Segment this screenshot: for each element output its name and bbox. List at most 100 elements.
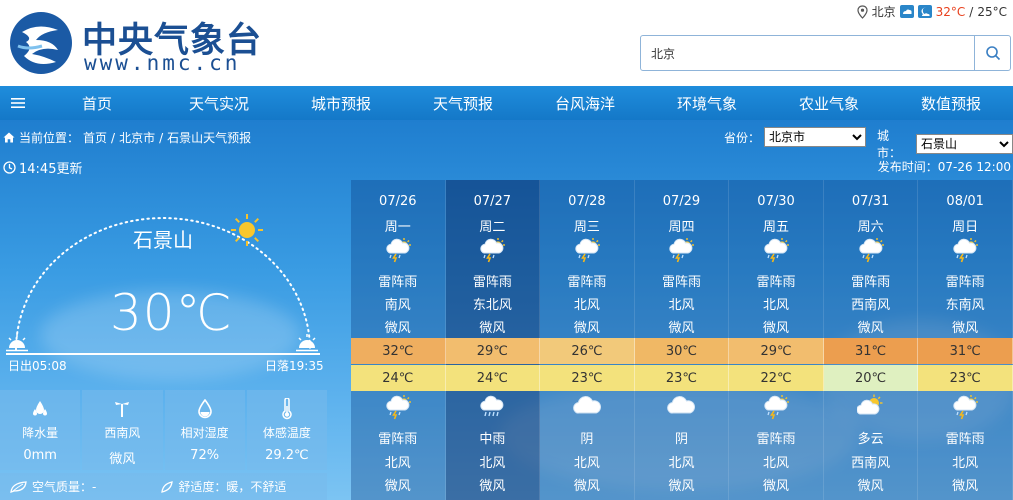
stat-wind: 西南风 微风: [82, 390, 163, 470]
thunder-rain-icon: [824, 237, 918, 263]
forecast-day-wind-direction: 南风: [384, 298, 411, 313]
forecast-date: 07/29: [662, 194, 701, 209]
location-pin-icon: [857, 4, 868, 19]
thunder-rain-icon: [446, 237, 540, 263]
nav-item-observation[interactable]: 天气实况: [158, 93, 280, 114]
air-quality-bar: 空气质量：- 舒适度：暖，不舒适: [0, 473, 327, 500]
stat-value: 72%: [190, 448, 220, 463]
forecast-night-weather: 阴: [580, 432, 594, 447]
forecast-night-weather: 雷阵雨: [756, 432, 796, 447]
forecast-night-wind-direction: 北风: [763, 456, 790, 471]
site-header: 中央气象台 www.nmc.cn 北京 32°C / 25°C: [0, 0, 1013, 86]
forecast-night-wind-direction: 北风: [573, 456, 600, 471]
forecast-high-temp: 31℃: [823, 338, 919, 364]
forecast-day-weather: 雷阵雨: [851, 275, 891, 290]
forecast-night-wind-force: 微风: [952, 479, 979, 494]
forecast-weekday: 周四: [668, 220, 695, 235]
thunder-rain-icon: [729, 394, 823, 420]
forecast-day-weather: 雷阵雨: [945, 275, 985, 290]
nmc-logo-icon[interactable]: [8, 10, 74, 76]
main-nav: 首页 天气实况 城市预报 天气预报 台风海洋 环境气象 农业气象 数值预报: [0, 86, 1013, 120]
nav-item-environment[interactable]: 环境气象: [646, 93, 768, 114]
top-high-temp: 32°C: [935, 4, 966, 19]
forecast-low-temp: 22℃: [729, 365, 824, 391]
thunder-rain-icon: [635, 237, 729, 263]
nav-item-weather-forecast[interactable]: 天气预报: [402, 93, 524, 114]
horizon-line: [6, 353, 320, 355]
forecast-date: 07/31: [851, 194, 890, 209]
forecast-night-wind-force: 微风: [384, 479, 411, 494]
forecast-date: 07/27: [473, 194, 512, 209]
search-button[interactable]: [974, 36, 1010, 70]
stat-feels-like: 体感温度 29.2℃: [246, 390, 327, 470]
hamburger-icon: [11, 98, 25, 108]
forecast-day-wind-force: 微风: [384, 321, 411, 336]
forecast-night-wind-force: 微风: [573, 479, 600, 494]
forecast-high-temp: 31℃: [918, 338, 1013, 364]
high-temp-band: 32℃ 29℃ 26℃ 30℃ 29℃ 31℃ 31℃: [351, 338, 1013, 364]
sunset-time: 日落19:35: [265, 359, 324, 373]
nav-item-city-forecast[interactable]: 城市预报: [280, 93, 402, 114]
nav-item-typhoon-ocean[interactable]: 台风海洋: [524, 93, 646, 114]
city-filter: 城市： 石景山: [877, 127, 1013, 161]
forecast-day-wind-force: 微风: [479, 321, 506, 336]
breadcrumb-prefix: 当前位置：: [19, 131, 80, 145]
stat-label: 相对湿度: [180, 426, 229, 440]
sunrise-icon: [6, 334, 28, 352]
air-quality: 空气质量：-: [32, 480, 97, 494]
forecast-day-wind-force: 微风: [763, 321, 790, 336]
home-icon: [3, 132, 15, 143]
leaf-icon: [10, 480, 27, 493]
thunder-rain-icon: [918, 394, 1012, 420]
forecast-date: 08/01: [946, 194, 984, 209]
forecast-high-temp: 32℃: [351, 338, 446, 364]
forecast-day-weather: 雷阵雨: [756, 275, 796, 290]
top-low-temp: 25°C: [977, 4, 1007, 19]
breadcrumb-sep: /: [159, 130, 164, 145]
forecast-day-wind-direction: 西南风: [851, 298, 891, 313]
main-content: 当前位置： 首页 / 北京市 / 石景山天气预报 省份： 北京市 城市： 石景山…: [0, 120, 1013, 500]
forecast-weekday: 周二: [479, 220, 506, 235]
night-weather-icon: [917, 5, 932, 18]
forecast-night-wind-direction: 北风: [668, 456, 695, 471]
forecast-day-wind-force: 微风: [668, 321, 695, 336]
menu-button[interactable]: [0, 97, 36, 109]
forecast-day-weather: 雷阵雨: [378, 275, 418, 290]
breadcrumb-home[interactable]: 首页: [83, 129, 107, 146]
forecast-weekday: 周六: [857, 220, 884, 235]
forecast-date: 07/30: [757, 194, 795, 209]
forecast-weekday: 周五: [763, 220, 790, 235]
search-input[interactable]: [641, 36, 975, 70]
forecast-date: 07/26: [379, 194, 417, 209]
province-select[interactable]: 北京市: [764, 127, 867, 147]
thunder-rain-icon: [918, 237, 1012, 263]
raindrop-icon: [33, 401, 48, 416]
update-time: 14:45更新: [3, 158, 82, 177]
nav-item-agriculture[interactable]: 农业气象: [768, 93, 890, 114]
humidity-icon: [197, 399, 212, 419]
forecast-day-wind-direction: 北风: [763, 298, 790, 313]
forecast-night-wind-force: 微风: [857, 479, 884, 494]
wind-icon: [115, 402, 130, 417]
province-label: 省份：: [724, 130, 761, 145]
current-stats: 降水量 0mm 西南风 微风 相对湿度 72% 体感温度 29.2℃: [0, 390, 327, 470]
search-icon: [985, 46, 1000, 61]
forecast-night-weather: 多云: [857, 432, 884, 447]
stat-precipitation: 降水量 0mm: [0, 390, 81, 470]
top-temp-sep: /: [969, 4, 974, 19]
nav-item-numerical[interactable]: 数值预报: [890, 93, 1012, 114]
forecast-night-wind-direction: 北风: [384, 456, 411, 471]
nav-item-home[interactable]: 首页: [36, 93, 158, 114]
forecast-high-temp: 29℃: [445, 338, 541, 364]
stat-label: 降水量: [22, 426, 59, 440]
day-weather-icon: [899, 5, 914, 18]
breadcrumb-city[interactable]: 北京市: [119, 129, 155, 146]
stat-label: 体感温度: [262, 426, 311, 440]
city-select[interactable]: 石景山: [915, 134, 1013, 154]
forecast-low-temp: 20℃: [823, 365, 919, 391]
low-temp-band: 24℃ 24℃ 23℃ 23℃ 22℃ 20℃ 23℃: [351, 365, 1013, 391]
top-weather-info: 北京 32°C / 25°C: [857, 3, 1007, 20]
forecast-low-temp: 24℃: [445, 365, 541, 391]
clock-icon: [3, 161, 16, 174]
top-city[interactable]: 北京: [872, 3, 896, 20]
